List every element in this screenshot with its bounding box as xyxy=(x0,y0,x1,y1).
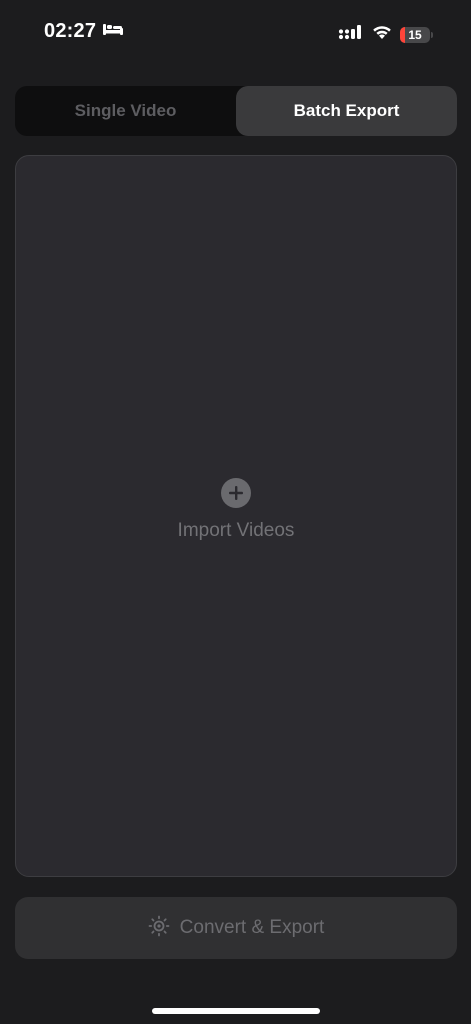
home-indicator[interactable] xyxy=(152,1008,320,1014)
import-videos-dropzone[interactable]: Import Videos xyxy=(15,155,457,877)
cellular-signal-icon xyxy=(338,24,364,45)
convert-export-button[interactable]: Convert & Export xyxy=(15,897,457,959)
single-video-tab[interactable]: Single Video xyxy=(15,86,236,136)
import-videos-label: Import Videos xyxy=(177,520,295,541)
mode-segmented-control: Single Video Batch Export xyxy=(15,86,457,136)
battery-level: 15 xyxy=(408,27,422,42)
batch-export-tab[interactable]: Batch Export xyxy=(236,86,457,136)
status-time: 02:27 xyxy=(44,20,97,42)
status-indicators: 15 xyxy=(338,24,433,45)
status-bar: 02:27 15 xyxy=(0,0,471,70)
wifi-icon xyxy=(372,25,392,45)
plus-circle-icon xyxy=(221,478,251,508)
status-time-group: 02:27 xyxy=(44,20,124,43)
battery-nub xyxy=(431,31,433,38)
battery-icon: 15 xyxy=(400,26,430,43)
sparkle-sun-icon xyxy=(148,915,170,942)
bed-icon xyxy=(102,21,124,42)
convert-export-label: Convert & Export xyxy=(179,917,325,938)
